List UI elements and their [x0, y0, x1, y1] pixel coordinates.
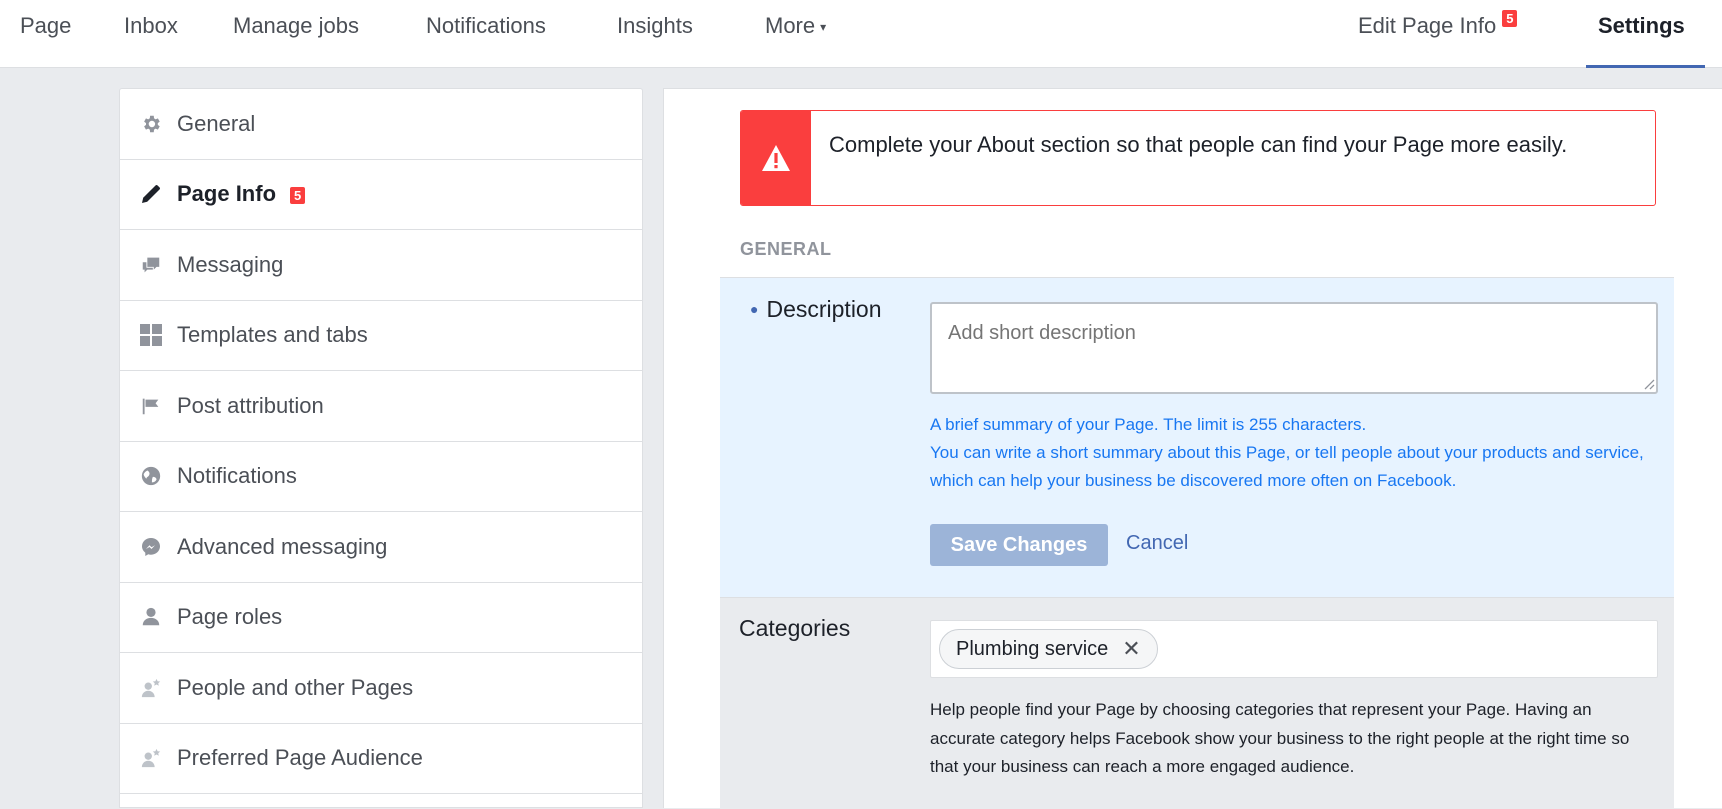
sidebar-item-label: General	[177, 110, 256, 136]
warning-icon	[741, 111, 811, 205]
categories-label: Categories	[739, 615, 851, 641]
settings-sidebar: General Page Info 5 Messaging Templates …	[119, 88, 643, 808]
person-star-icon	[139, 746, 163, 770]
sidebar-item-label: Templates and tabs	[177, 322, 368, 348]
nav-more[interactable]: More ▾	[765, 12, 826, 43]
sidebar-item-templates-and-tabs[interactable]: Templates and tabs	[120, 301, 642, 371]
description-help-limit: A brief summary of your Page. The limit …	[930, 415, 1367, 434]
save-changes-button[interactable]: Save Changes	[930, 524, 1108, 566]
categories-help-text: Help people find your Page by choosing c…	[930, 700, 1630, 776]
sidebar-item-label: Preferred Page Audience	[177, 745, 423, 771]
alert-message: Complete your About section so that peop…	[829, 132, 1568, 157]
notification-badge: 5	[1502, 10, 1518, 27]
nav-notifications[interactable]: Notifications	[426, 12, 546, 40]
messenger-icon	[139, 535, 163, 559]
sidebar-item-label: Advanced messaging	[177, 533, 388, 559]
page-info-panel: Complete your About section so that peop…	[663, 88, 1722, 809]
categories-input[interactable]: Plumbing service ✕	[930, 620, 1658, 678]
description-section: ● Description A brief summary of your Pag…	[720, 277, 1674, 597]
bullet-icon: ●	[750, 301, 759, 317]
active-tab-indicator	[1586, 65, 1705, 68]
category-chip: Plumbing service ✕	[939, 629, 1158, 669]
nav-more-label: More	[765, 13, 816, 38]
sidebar-item-page-roles[interactable]: Page roles	[120, 583, 642, 653]
nav-manage-jobs[interactable]: Manage jobs	[233, 12, 359, 40]
sidebar-item-post-attribution[interactable]: Post attribution	[120, 371, 642, 442]
chevron-down-icon: ▾	[820, 20, 827, 34]
categories-section: Categories Plumbing service ✕ Help peopl…	[720, 597, 1674, 809]
nav-inbox[interactable]: Inbox	[124, 12, 178, 40]
cancel-button[interactable]: Cancel	[1126, 532, 1188, 555]
globe-icon	[139, 464, 163, 488]
description-help-summary: You can write a short summary about this…	[930, 443, 1644, 490]
gear-icon	[139, 112, 163, 136]
nav-edit-page-info[interactable]: Edit Page Info 5	[1358, 10, 1518, 40]
sidebar-item-label: Page roles	[177, 604, 283, 630]
sidebar-item-notifications[interactable]: Notifications	[120, 442, 642, 512]
sidebar-item-general[interactable]: General	[120, 89, 642, 160]
nav-insights[interactable]: Insights	[617, 12, 693, 40]
sidebar-item-advanced-messaging[interactable]: Advanced messaging	[120, 512, 642, 583]
top-navigation: Page Inbox Manage jobs Notifications Ins…	[0, 0, 1722, 68]
description-label: ● Description	[750, 296, 882, 323]
sidebar-item-people-and-other-pages[interactable]: People and other Pages	[120, 653, 642, 724]
description-textarea[interactable]	[930, 302, 1658, 394]
close-icon[interactable]: ✕	[1122, 638, 1140, 660]
resize-grip-icon[interactable]	[1641, 376, 1655, 390]
person-star-icon	[139, 676, 163, 700]
nav-edit-page-info-label: Edit Page Info	[1358, 13, 1497, 38]
nav-settings[interactable]: Settings	[1598, 12, 1685, 40]
sidebar-item-label: Post attribution	[177, 392, 324, 418]
sidebar-item-label: Notifications	[177, 463, 297, 489]
about-section-alert: Complete your About section so that peop…	[740, 110, 1656, 206]
sidebar-item-page-info[interactable]: Page Info 5	[120, 160, 642, 230]
section-title: GENERAL	[740, 239, 832, 259]
sidebar-item-messaging[interactable]: Messaging	[120, 230, 642, 301]
description-label-text: Description	[766, 296, 882, 322]
nav-page[interactable]: Page	[20, 12, 71, 40]
sidebar-item-label: Page Info	[177, 181, 277, 207]
category-chip-label: Plumbing service	[956, 637, 1109, 660]
sidebar-item-label: Messaging	[177, 251, 284, 277]
notification-badge: 5	[290, 186, 306, 204]
pencil-icon	[139, 182, 163, 206]
sidebar-item-label: People and other Pages	[177, 674, 414, 700]
flag-icon	[139, 394, 163, 418]
sidebar-item-preferred-page-audience[interactable]: Preferred Page Audience	[120, 724, 642, 794]
chat-bubbles-icon	[139, 253, 163, 277]
description-help-text: A brief summary of your Page. The limit …	[930, 411, 1650, 495]
person-icon	[139, 605, 163, 629]
grid-icon	[139, 323, 163, 347]
